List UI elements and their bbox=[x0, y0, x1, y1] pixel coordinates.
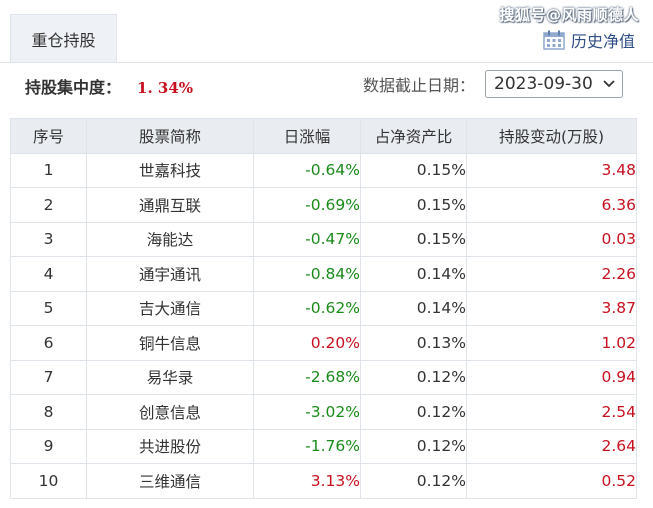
top-bar: 重仓持股 搜狐号@风雨顺德人 历史净值 bbox=[0, 0, 653, 63]
table-row: 3 海能达 -0.47% 0.15% 0.03 bbox=[10, 221, 637, 257]
history-nav-label: 历史净值 bbox=[570, 32, 635, 51]
col-header-index: 序号 bbox=[10, 118, 87, 154]
date-filter-label: 数据截止日期： bbox=[362, 76, 475, 95]
daily-change: -2.68% bbox=[253, 359, 361, 395]
stock-name[interactable]: 吉大通信 bbox=[86, 290, 254, 326]
table-row: 8 创意信息 -3.02% 0.12% 2.54 bbox=[10, 394, 637, 430]
table-row: 1 世嘉科技 -0.64% 0.15% 3.48 bbox=[10, 152, 637, 188]
holding-change: 0.94 bbox=[466, 359, 637, 395]
tab-label: 重仓持股 bbox=[31, 30, 96, 50]
stock-name[interactable]: 通宇通讯 bbox=[86, 256, 254, 292]
table-row: 4 通宇通讯 -0.84% 0.14% 2.26 bbox=[10, 256, 637, 292]
row-index: 1 bbox=[10, 152, 87, 188]
stock-name[interactable]: 铜牛信息 bbox=[86, 325, 254, 361]
row-index: 6 bbox=[10, 325, 87, 361]
table-header-row: 序号 股票简称 日涨幅 占净资产比 持股变动(万股) bbox=[10, 118, 637, 154]
table-row: 6 铜牛信息 0.20% 0.13% 1.02 bbox=[10, 325, 637, 361]
net-asset-ratio: 0.14% bbox=[360, 256, 467, 292]
net-asset-ratio: 0.14% bbox=[360, 290, 467, 326]
calendar-icon bbox=[543, 30, 565, 50]
holding-change: 0.03 bbox=[466, 221, 637, 257]
daily-change: -0.62% bbox=[253, 290, 361, 326]
watermark: 搜狐号@风雨顺德人 bbox=[499, 6, 639, 24]
date-filter: 数据截止日期： 2023-09-30 bbox=[363, 70, 623, 98]
holding-change: 2.64 bbox=[466, 428, 637, 464]
col-header-holding-change: 持股变动(万股) bbox=[466, 118, 637, 154]
daily-change: 3.13% bbox=[253, 463, 361, 499]
concentration-value: 1. 34% bbox=[137, 79, 194, 97]
net-asset-ratio: 0.15% bbox=[360, 221, 467, 257]
table-row: 9 共进股份 -1.76% 0.12% 2.64 bbox=[10, 428, 637, 464]
daily-change: -0.84% bbox=[253, 256, 361, 292]
table-row: 2 通鼎互联 -0.69% 0.15% 6.36 bbox=[10, 187, 637, 223]
stock-name[interactable]: 通鼎互联 bbox=[86, 187, 254, 223]
date-select[interactable]: 2023-09-30 bbox=[485, 70, 623, 98]
concentration-label: 持股集中度： bbox=[25, 78, 122, 97]
col-header-name: 股票简称 bbox=[86, 118, 254, 154]
table-row: 5 吉大通信 -0.62% 0.14% 3.87 bbox=[10, 290, 637, 326]
row-index: 9 bbox=[10, 428, 87, 464]
history-nav-link[interactable]: 历史净值 bbox=[543, 28, 635, 52]
col-header-net-asset-ratio: 占净资产比 bbox=[360, 118, 467, 154]
net-asset-ratio: 0.12% bbox=[360, 394, 467, 430]
row-index: 10 bbox=[10, 463, 87, 499]
holding-change: 0.52 bbox=[466, 463, 637, 499]
row-index: 7 bbox=[10, 359, 87, 395]
daily-change: -0.69% bbox=[253, 187, 361, 223]
net-asset-ratio: 0.12% bbox=[360, 428, 467, 464]
daily-change: 0.20% bbox=[253, 325, 361, 361]
stock-name[interactable]: 三维通信 bbox=[86, 463, 254, 499]
net-asset-ratio: 0.12% bbox=[360, 463, 467, 499]
chevron-down-icon bbox=[602, 74, 616, 94]
holding-change: 3.87 bbox=[466, 290, 637, 326]
row-index: 2 bbox=[10, 187, 87, 223]
holding-change: 3.48 bbox=[466, 152, 637, 188]
holding-change: 2.26 bbox=[466, 256, 637, 292]
net-asset-ratio: 0.15% bbox=[360, 187, 467, 223]
holding-change: 6.36 bbox=[466, 187, 637, 223]
holding-change: 2.54 bbox=[466, 394, 637, 430]
daily-change: -0.64% bbox=[253, 152, 361, 188]
stock-name[interactable]: 共进股份 bbox=[86, 428, 254, 464]
stock-name[interactable]: 创意信息 bbox=[86, 394, 254, 430]
col-header-daily-change: 日涨幅 bbox=[253, 118, 361, 154]
net-asset-ratio: 0.13% bbox=[360, 325, 467, 361]
stock-name[interactable]: 易华录 bbox=[86, 359, 254, 395]
row-index: 4 bbox=[10, 256, 87, 292]
stock-name[interactable]: 海能达 bbox=[86, 221, 254, 257]
table-row: 10 三维通信 3.13% 0.12% 0.52 bbox=[10, 463, 637, 499]
stock-name[interactable]: 世嘉科技 bbox=[86, 152, 254, 188]
concentration-summary: 持股集中度： 1. 34% bbox=[25, 74, 193, 98]
row-index: 8 bbox=[10, 394, 87, 430]
daily-change: -3.02% bbox=[253, 394, 361, 430]
net-asset-ratio: 0.15% bbox=[360, 152, 467, 188]
row-index: 5 bbox=[10, 290, 87, 326]
tab-heavy-holdings[interactable]: 重仓持股 bbox=[10, 14, 117, 62]
net-asset-ratio: 0.12% bbox=[360, 359, 467, 395]
holding-change: 1.02 bbox=[466, 325, 637, 361]
daily-change: -0.47% bbox=[253, 221, 361, 257]
holdings-table: 序号 股票简称 日涨幅 占净资产比 持股变动(万股) 1 世嘉科技 -0.64% 0.… bbox=[10, 118, 637, 499]
daily-change: -1.76% bbox=[253, 428, 361, 464]
row-index: 3 bbox=[10, 221, 87, 257]
table-row: 7 易华录 -2.68% 0.12% 0.94 bbox=[10, 359, 637, 395]
date-select-value: 2023-09-30 bbox=[494, 74, 593, 94]
